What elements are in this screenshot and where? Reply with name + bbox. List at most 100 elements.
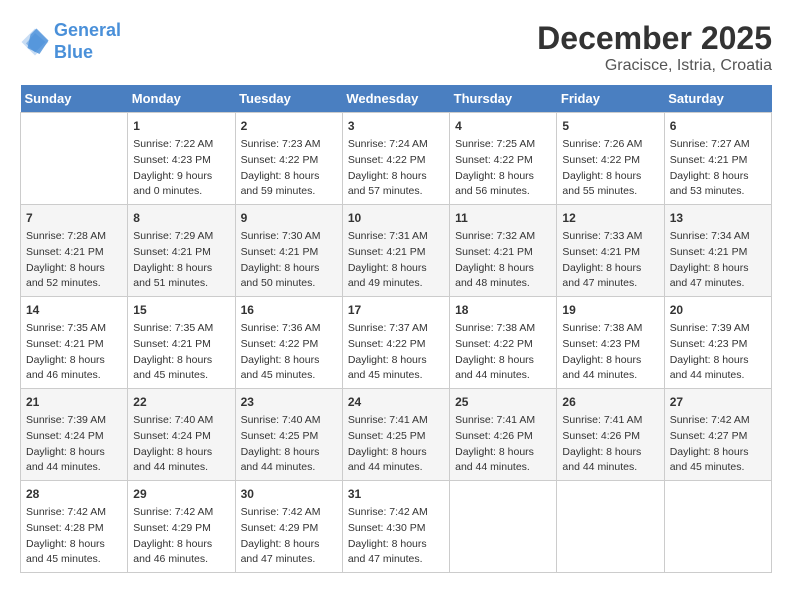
day-info: and 51 minutes. — [133, 276, 229, 292]
day-info: Sunrise: 7:22 AM — [133, 137, 229, 153]
day-number: 22 — [133, 393, 229, 411]
calendar-cell: 2Sunrise: 7:23 AMSunset: 4:22 PMDaylight… — [235, 113, 342, 205]
day-info: Daylight: 8 hours — [133, 445, 229, 461]
calendar-cell: 7Sunrise: 7:28 AMSunset: 4:21 PMDaylight… — [21, 205, 128, 297]
day-info: Daylight: 8 hours — [455, 169, 551, 185]
calendar-cell: 13Sunrise: 7:34 AMSunset: 4:21 PMDayligh… — [664, 205, 771, 297]
day-number: 3 — [348, 117, 444, 135]
day-info: Sunrise: 7:33 AM — [562, 229, 658, 245]
calendar-cell — [664, 481, 771, 573]
day-info: Daylight: 8 hours — [348, 169, 444, 185]
calendar-cell: 8Sunrise: 7:29 AMSunset: 4:21 PMDaylight… — [128, 205, 235, 297]
day-info: Daylight: 8 hours — [670, 169, 766, 185]
day-info: and 59 minutes. — [241, 184, 337, 200]
day-info: Sunset: 4:23 PM — [670, 337, 766, 353]
calendar-cell: 28Sunrise: 7:42 AMSunset: 4:28 PMDayligh… — [21, 481, 128, 573]
calendar-table: Sunday Monday Tuesday Wednesday Thursday… — [20, 85, 772, 573]
day-info: and 45 minutes. — [241, 368, 337, 384]
day-info: and 56 minutes. — [455, 184, 551, 200]
page-header: General Blue December 2025 Gracisce, Ist… — [20, 20, 772, 75]
day-info: and 47 minutes. — [348, 552, 444, 568]
day-info: Sunrise: 7:41 AM — [455, 413, 551, 429]
day-info: Daylight: 8 hours — [348, 445, 444, 461]
day-number: 23 — [241, 393, 337, 411]
day-number: 7 — [26, 209, 122, 227]
day-info: Daylight: 8 hours — [133, 261, 229, 277]
day-number: 13 — [670, 209, 766, 227]
day-info: Daylight: 8 hours — [241, 261, 337, 277]
day-info: Sunset: 4:24 PM — [133, 429, 229, 445]
day-info: Sunset: 4:22 PM — [455, 153, 551, 169]
calendar-cell: 16Sunrise: 7:36 AMSunset: 4:22 PMDayligh… — [235, 297, 342, 389]
day-number: 12 — [562, 209, 658, 227]
calendar-cell: 11Sunrise: 7:32 AMSunset: 4:21 PMDayligh… — [450, 205, 557, 297]
day-info: Daylight: 8 hours — [562, 169, 658, 185]
col-monday: Monday — [128, 85, 235, 113]
day-info: Sunset: 4:23 PM — [562, 337, 658, 353]
day-info: Sunset: 4:22 PM — [455, 337, 551, 353]
day-number: 10 — [348, 209, 444, 227]
day-number: 19 — [562, 301, 658, 319]
day-info: Sunset: 4:21 PM — [26, 337, 122, 353]
day-info: Sunset: 4:22 PM — [348, 153, 444, 169]
day-info: Sunrise: 7:38 AM — [455, 321, 551, 337]
day-info: Sunset: 4:21 PM — [133, 245, 229, 261]
calendar-cell: 26Sunrise: 7:41 AMSunset: 4:26 PMDayligh… — [557, 389, 664, 481]
day-number: 5 — [562, 117, 658, 135]
day-info: and 46 minutes. — [133, 552, 229, 568]
calendar-cell: 29Sunrise: 7:42 AMSunset: 4:29 PMDayligh… — [128, 481, 235, 573]
day-info: and 45 minutes. — [26, 552, 122, 568]
day-info: Daylight: 8 hours — [670, 353, 766, 369]
day-info: and 45 minutes. — [348, 368, 444, 384]
calendar-cell: 12Sunrise: 7:33 AMSunset: 4:21 PMDayligh… — [557, 205, 664, 297]
calendar-cell: 1Sunrise: 7:22 AMSunset: 4:23 PMDaylight… — [128, 113, 235, 205]
day-info: Sunrise: 7:35 AM — [133, 321, 229, 337]
day-info: Sunset: 4:22 PM — [562, 153, 658, 169]
day-info: Sunrise: 7:31 AM — [348, 229, 444, 245]
day-info: and 44 minutes. — [133, 460, 229, 476]
day-info: Sunrise: 7:42 AM — [670, 413, 766, 429]
calendar-cell: 15Sunrise: 7:35 AMSunset: 4:21 PMDayligh… — [128, 297, 235, 389]
col-thursday: Thursday — [450, 85, 557, 113]
day-number: 28 — [26, 485, 122, 503]
logo: General Blue — [20, 20, 121, 63]
day-info: and 52 minutes. — [26, 276, 122, 292]
day-info: Sunrise: 7:41 AM — [562, 413, 658, 429]
calendar-body: 1Sunrise: 7:22 AMSunset: 4:23 PMDaylight… — [21, 113, 772, 573]
col-tuesday: Tuesday — [235, 85, 342, 113]
day-info: Daylight: 8 hours — [562, 445, 658, 461]
calendar-cell: 25Sunrise: 7:41 AMSunset: 4:26 PMDayligh… — [450, 389, 557, 481]
day-number: 11 — [455, 209, 551, 227]
day-info: and 45 minutes. — [133, 368, 229, 384]
day-info: Daylight: 8 hours — [348, 261, 444, 277]
day-number: 16 — [241, 301, 337, 319]
day-info: Daylight: 8 hours — [26, 445, 122, 461]
day-info: and 46 minutes. — [26, 368, 122, 384]
day-info: Sunrise: 7:23 AM — [241, 137, 337, 153]
calendar-week-row: 21Sunrise: 7:39 AMSunset: 4:24 PMDayligh… — [21, 389, 772, 481]
day-info: Sunset: 4:29 PM — [133, 521, 229, 537]
calendar-cell — [450, 481, 557, 573]
calendar-cell: 9Sunrise: 7:30 AMSunset: 4:21 PMDaylight… — [235, 205, 342, 297]
calendar-week-row: 1Sunrise: 7:22 AMSunset: 4:23 PMDaylight… — [21, 113, 772, 205]
day-info: Sunset: 4:26 PM — [455, 429, 551, 445]
day-number: 26 — [562, 393, 658, 411]
day-info: Sunrise: 7:24 AM — [348, 137, 444, 153]
day-info: Sunset: 4:27 PM — [670, 429, 766, 445]
day-info: Sunrise: 7:42 AM — [133, 505, 229, 521]
calendar-week-row: 28Sunrise: 7:42 AMSunset: 4:28 PMDayligh… — [21, 481, 772, 573]
day-info: Sunrise: 7:42 AM — [26, 505, 122, 521]
logo-text: General Blue — [54, 20, 121, 63]
day-info: Daylight: 8 hours — [241, 353, 337, 369]
day-number: 29 — [133, 485, 229, 503]
day-info: Sunset: 4:21 PM — [241, 245, 337, 261]
calendar-cell: 6Sunrise: 7:27 AMSunset: 4:21 PMDaylight… — [664, 113, 771, 205]
calendar-cell: 23Sunrise: 7:40 AMSunset: 4:25 PMDayligh… — [235, 389, 342, 481]
day-info: Daylight: 8 hours — [670, 261, 766, 277]
calendar-cell: 30Sunrise: 7:42 AMSunset: 4:29 PMDayligh… — [235, 481, 342, 573]
calendar-cell: 4Sunrise: 7:25 AMSunset: 4:22 PMDaylight… — [450, 113, 557, 205]
day-info: Daylight: 8 hours — [348, 537, 444, 553]
day-number: 18 — [455, 301, 551, 319]
col-wednesday: Wednesday — [342, 85, 449, 113]
logo-line2: Blue — [54, 42, 93, 62]
